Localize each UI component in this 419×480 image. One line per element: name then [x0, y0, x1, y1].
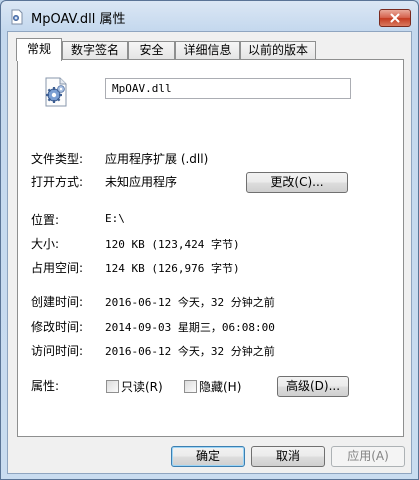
change-button[interactable]: 更改(C)... — [246, 172, 348, 193]
separator — [31, 282, 353, 283]
file-name-input[interactable]: MpOAV.dll — [105, 78, 351, 99]
accessed-label: 访问时间: — [31, 344, 84, 358]
tab-general[interactable]: 常规 — [16, 38, 62, 61]
tab-security[interactable]: 安全 — [128, 41, 175, 60]
close-button[interactable] — [379, 9, 411, 27]
properties-window: MpOAV.dll 属性 常规 数字签名 安全 详细信息 以前的版本 MpOAV… — [0, 0, 419, 480]
hidden-label[interactable]: 隐藏(H) — [199, 378, 241, 395]
created-value: 2016-06-12 今天，32 分钟之前 — [105, 296, 275, 309]
tab-previous-versions[interactable]: 以前的版本 — [240, 41, 316, 60]
dll-file-icon — [9, 9, 25, 25]
advanced-button[interactable]: 高级(D)... — [277, 376, 349, 397]
separator — [31, 202, 353, 203]
modified-value: 2014-09-03 星期三，06:08:00 — [105, 321, 275, 334]
title-bar[interactable]: MpOAV.dll 属性 — [1, 1, 418, 31]
tab-details[interactable]: 详细信息 — [175, 41, 240, 60]
accessed-value: 2016-06-12 今天，32 分钟之前 — [105, 345, 275, 358]
close-icon — [390, 13, 400, 23]
general-tab-panel: MpOAV.dll 文件类型: 应用程序扩展 (.dll) 打开方式: 未知应用… — [17, 59, 404, 437]
location-label: 位置: — [31, 213, 60, 227]
tab-digital-signatures[interactable]: 数字签名 — [62, 41, 128, 60]
open-with-value: 未知应用程序 — [105, 175, 178, 189]
size-value: 120 KB (123,424 字节) — [105, 238, 240, 251]
ok-button[interactable]: 确定 — [171, 446, 245, 467]
readonly-checkbox[interactable] — [106, 380, 119, 393]
apply-button: 应用(A) — [331, 446, 405, 467]
readonly-label[interactable]: 只读(R) — [121, 378, 163, 395]
dialog-client: 常规 数字签名 安全 详细信息 以前的版本 MpOAV.dll 文件类型: 应用… — [7, 31, 412, 474]
attributes-label: 属性: — [31, 379, 60, 393]
size-label: 大小: — [31, 237, 60, 251]
open-with-label: 打开方式: — [31, 175, 84, 189]
cancel-button[interactable]: 取消 — [251, 446, 325, 467]
size-on-disk-value: 124 KB (126,976 字节) — [105, 262, 240, 275]
created-label: 创建时间: — [31, 295, 84, 309]
file-type-value: 应用程序扩展 (.dll) — [105, 152, 209, 166]
file-type-label: 文件类型: — [31, 152, 84, 166]
size-on-disk-label: 占用空间: — [31, 261, 84, 275]
location-value: E:\ — [105, 212, 125, 225]
separator — [31, 109, 353, 110]
hidden-checkbox[interactable] — [184, 380, 197, 393]
modified-label: 修改时间: — [31, 320, 84, 334]
window-title: MpOAV.dll 属性 — [31, 12, 126, 27]
separator — [31, 365, 353, 366]
dll-gear-file-icon — [40, 76, 72, 108]
